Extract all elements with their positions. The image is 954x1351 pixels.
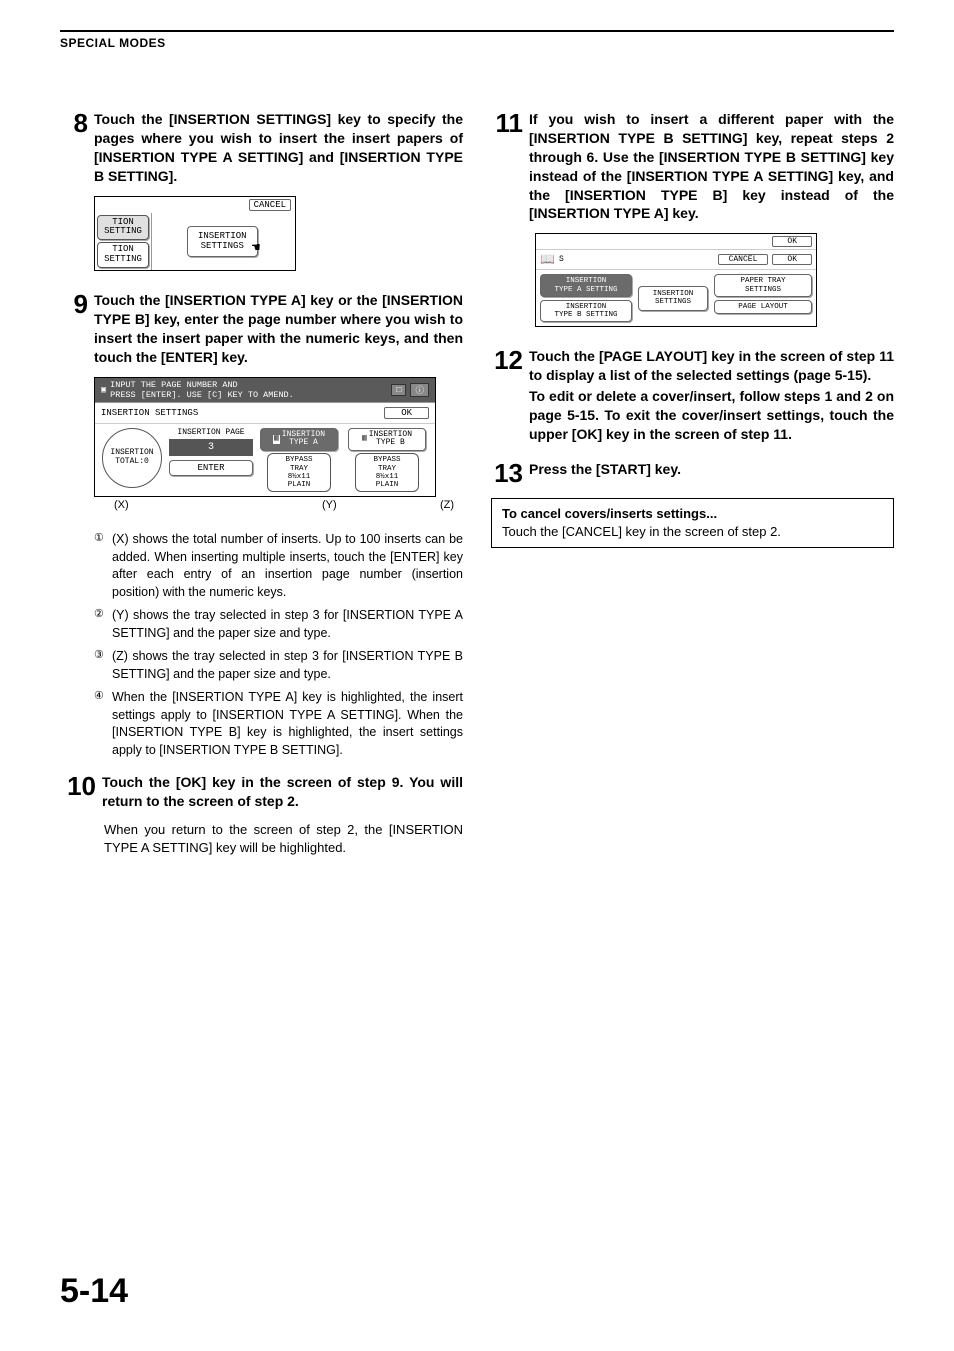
- cancel-button[interactable]: CANCEL: [718, 254, 769, 265]
- book-icon: 📖: [540, 252, 555, 267]
- insertion-settings-button[interactable]: INSERTION SETTINGS: [187, 226, 258, 258]
- page-number: 5-14: [60, 1272, 128, 1311]
- type-b-setting-button[interactable]: INSERTION TYPE B SETTING: [540, 300, 632, 323]
- list-item: ② (Y) shows the tray selected in step 3 …: [94, 607, 463, 642]
- step-11: 11 If you wish to insert a different pap…: [491, 110, 894, 223]
- step10-body: When you return to the screen of step 2,…: [104, 821, 463, 856]
- label: SETTING: [100, 255, 146, 265]
- insertion-settings-button[interactable]: INSERTION SETTINGS: [638, 286, 708, 311]
- sheet-icon: ▥: [273, 435, 280, 444]
- step-number: 8: [60, 110, 88, 136]
- ok-button[interactable]: OK: [384, 407, 429, 419]
- callout-x: (X): [114, 499, 129, 511]
- step-number: 9: [60, 291, 88, 317]
- step-number: 11: [491, 110, 523, 136]
- list-number: ①: [94, 531, 112, 546]
- label: INSERTION TYPE B: [369, 431, 412, 449]
- ok-top-button[interactable]: OK: [772, 236, 812, 247]
- note-title: To cancel covers/inserts settings...: [502, 505, 883, 523]
- right-column: 11 If you wish to insert a different pap…: [491, 110, 894, 856]
- enter-button[interactable]: ENTER: [169, 460, 253, 476]
- figure-step11: OK 📖 S CANCEL OK INSERTION TYPE A SETTIN…: [535, 233, 894, 327]
- info-icon: ⓘ: [410, 383, 429, 397]
- callout-z: (Z): [440, 499, 454, 511]
- cancel-note-box: To cancel covers/inserts settings... Tou…: [491, 498, 894, 548]
- insertion-type-a-button[interactable]: ▥ INSERTION TYPE A: [260, 428, 338, 452]
- insertion-total-indicator: INSERTION TOTAL:0: [102, 428, 162, 488]
- step-title: Touch the [INSERTION TYPE A] key or the …: [94, 291, 463, 367]
- figure-step9: ▣ INPUT THE PAGE NUMBER AND PRESS [ENTER…: [94, 377, 463, 512]
- header-rule: [60, 30, 894, 32]
- figure-callouts: (X) (Y) (Z): [94, 497, 474, 511]
- cancel-button[interactable]: CANCEL: [249, 199, 291, 211]
- step9-list: ① (X) shows the total number of inserts.…: [94, 531, 463, 759]
- step-title: Touch the [INSERTION SETTINGS] key to sp…: [94, 110, 463, 186]
- step-title: Touch the [PAGE LAYOUT] key in the scree…: [529, 347, 894, 385]
- step-number: 12: [491, 347, 523, 373]
- panel-title: INSERTION SETTINGS: [101, 408, 384, 418]
- left-column: 8 Touch the [INSERTION SETTINGS] key to …: [60, 110, 463, 856]
- prompt-icon: ▣: [101, 385, 106, 395]
- callout-y: (Y): [322, 499, 337, 511]
- label: INSERTION TYPE A: [282, 431, 325, 449]
- list-number: ③: [94, 648, 112, 663]
- figure-step8: CANCEL TION SETTING TION SETTING: [94, 196, 463, 272]
- step-12: 12 Touch the [PAGE LAYOUT] key in the sc…: [491, 347, 894, 443]
- sheet-icon: ▥: [362, 435, 367, 444]
- step-title: Touch the [OK] key in the screen of step…: [102, 773, 463, 811]
- list-text: (Y) shows the tray selected in step 3 fo…: [112, 607, 463, 642]
- page-header: SPECIAL MODES: [60, 36, 894, 50]
- list-number: ②: [94, 607, 112, 622]
- list-text: (Z) shows the tray selected in step 3 fo…: [112, 648, 463, 683]
- step-number: 13: [491, 460, 523, 486]
- page-number-field[interactable]: 3: [169, 439, 253, 456]
- hand-pointer-icon: ☚: [252, 240, 260, 257]
- list-item: ③ (Z) shows the tray selected in step 3 …: [94, 648, 463, 683]
- panel-label: S: [559, 255, 714, 264]
- tray-a-info: BYPASS TRAY 8½x11 PLAIN: [267, 453, 331, 492]
- type-a-setting-button[interactable]: INSERTION TYPE A SETTING: [540, 274, 632, 297]
- list-text: When the [INSERTION TYPE A] key is highl…: [112, 689, 463, 759]
- type-b-setting-button[interactable]: TION SETTING: [97, 242, 149, 268]
- list-number: ④: [94, 689, 112, 704]
- type-a-setting-button[interactable]: TION SETTING: [97, 215, 149, 241]
- insertion-type-b-button[interactable]: ▥ INSERTION TYPE B: [348, 428, 426, 452]
- step-9: 9 Touch the [INSERTION TYPE A] key or th…: [60, 291, 463, 367]
- step-10: 10 Touch the [OK] key in the screen of s…: [60, 773, 463, 811]
- step-number: 10: [60, 773, 96, 799]
- insertion-page-label: INSERTION PAGE: [169, 428, 253, 437]
- content-columns: 8 Touch the [INSERTION SETTINGS] key to …: [60, 110, 894, 856]
- paper-tray-settings-button[interactable]: PAPER TRAY SETTINGS: [714, 274, 812, 297]
- step-title: Press the [START] key.: [529, 460, 681, 479]
- note-body: Touch the [CANCEL] key in the screen of …: [502, 523, 883, 541]
- ok-button[interactable]: OK: [772, 254, 812, 265]
- step-title: If you wish to insert a different paper …: [529, 110, 894, 223]
- status-icon: □: [391, 384, 406, 396]
- list-text: (X) shows the total number of inserts. U…: [112, 531, 463, 601]
- step-8: 8 Touch the [INSERTION SETTINGS] key to …: [60, 110, 463, 186]
- step-body: To edit or delete a cover/insert, follow…: [529, 387, 894, 444]
- step-13: 13 Press the [START] key.: [491, 460, 894, 486]
- list-item: ① (X) shows the total number of inserts.…: [94, 531, 463, 601]
- tray-b-info: BYPASS TRAY 8½x11 PLAIN: [355, 453, 419, 492]
- page-layout-button[interactable]: PAGE LAYOUT: [714, 300, 812, 314]
- prompt-line2: PRESS [ENTER]. USE [C] KEY TO AMEND.: [110, 390, 294, 400]
- list-item: ④ When the [INSERTION TYPE A] key is hig…: [94, 689, 463, 759]
- prompt-line1: INPUT THE PAGE NUMBER AND: [110, 380, 238, 390]
- label: SETTING: [100, 227, 146, 237]
